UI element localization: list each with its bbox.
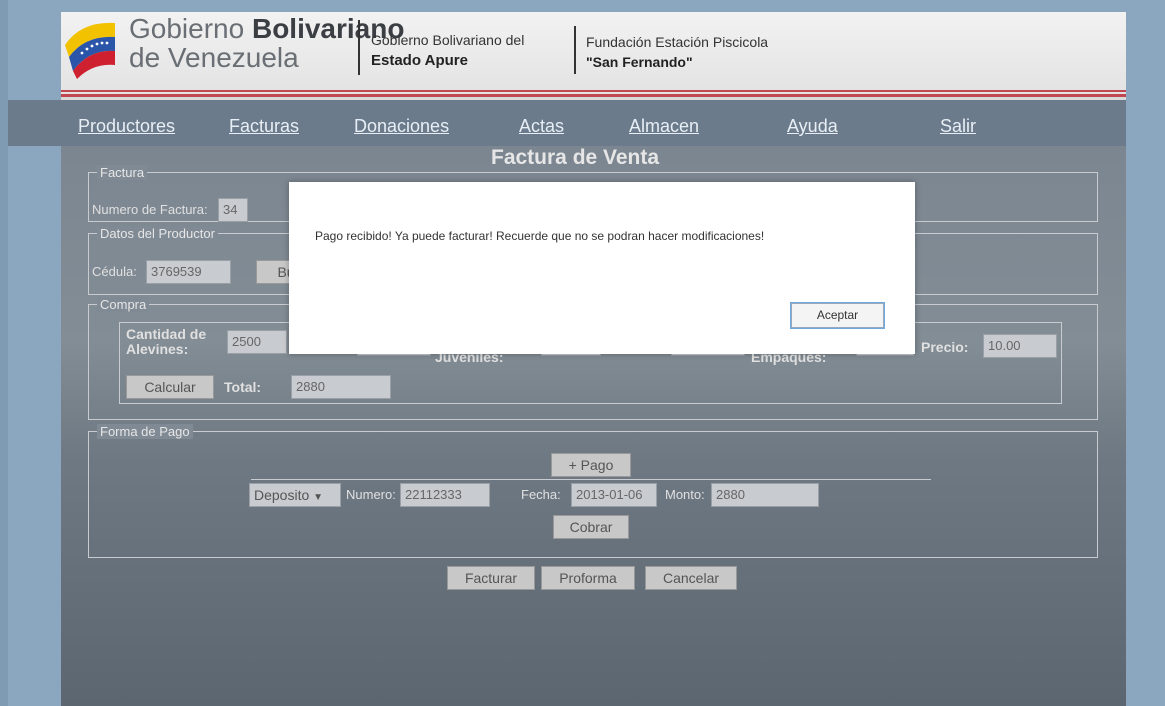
facturar-button[interactable]: Facturar	[447, 566, 535, 590]
total-field[interactable]: 2880	[291, 375, 391, 399]
add-pago-button[interactable]: + Pago	[551, 453, 631, 477]
productor-legend: Datos del Productor	[97, 226, 218, 241]
nav-salir[interactable]: Salir	[940, 116, 976, 137]
fundacion-line1: Fundación Estación Piscicola	[586, 34, 769, 50]
aceptar-button[interactable]: Aceptar	[790, 302, 885, 329]
pago-fecha-field[interactable]: 2013-01-06	[571, 483, 657, 507]
cantidad-label: Cantidad de Alevines:	[126, 327, 206, 357]
cedula-label: Cédula:	[92, 264, 137, 279]
nav-ayuda[interactable]: Ayuda	[787, 116, 838, 137]
gob-word: Gobierno	[129, 13, 245, 44]
nav-actas[interactable]: Actas	[519, 116, 564, 137]
total-label: Total:	[224, 379, 262, 395]
header-divider	[574, 26, 576, 74]
alert-dialog: Pago recibido! Ya puede facturar! Recuer…	[289, 182, 915, 354]
left-border	[0, 0, 8, 706]
tipo-pago-value: Deposito	[254, 487, 310, 503]
cobrar-button[interactable]: Cobrar	[553, 515, 629, 539]
nav-facturas[interactable]: Facturas	[229, 116, 299, 137]
header-red-line	[61, 90, 1126, 92]
venezuela-flag-logo	[65, 22, 115, 79]
tipo-pago-select[interactable]: Deposito ▼	[249, 483, 341, 507]
main-nav: Productores Facturas Donaciones Actas Al…	[8, 100, 1126, 146]
precio-label: Precio:	[921, 339, 969, 355]
proforma-button[interactable]: Proforma	[541, 566, 635, 590]
calcular-button[interactable]: Calcular	[126, 375, 214, 399]
nav-almacen[interactable]: Almacen	[629, 116, 699, 137]
apure-line1: Gobierno Bolivariano del	[371, 32, 525, 48]
pago-legend: Forma de Pago	[97, 424, 193, 439]
cantidad-field[interactable]: 2500	[227, 330, 287, 354]
cantidad-label-line1: Cantidad de	[126, 326, 207, 342]
chevron-down-icon: ▼	[313, 492, 324, 503]
cantidad-label-line2: Alevines:	[126, 341, 189, 357]
page-title: Factura de Venta	[491, 146, 660, 169]
fundacion-line2: "San Fernando"	[586, 54, 693, 70]
pago-divider	[251, 479, 931, 480]
compra-legend: Compra	[97, 297, 150, 312]
pago-numero-label: Numero:	[346, 487, 396, 502]
nav-donaciones[interactable]: Donaciones	[354, 116, 449, 137]
nav-productores[interactable]: Productores	[78, 116, 175, 137]
pago-monto-field[interactable]: 2880	[711, 483, 819, 507]
header-divider	[358, 20, 360, 75]
factura-legend: Factura	[97, 165, 148, 180]
apure-line2: Estado Apure	[371, 52, 468, 69]
pago-numero-field[interactable]: 22112333	[400, 483, 490, 507]
gob-title-line1: Gobierno Bolivariano	[129, 14, 404, 44]
numero-factura-label: Numero de Factura:	[92, 202, 208, 217]
pago-fecha-label: Fecha:	[521, 487, 561, 502]
cedula-field[interactable]: 3769539	[146, 260, 231, 284]
site-header: Gobierno Bolivariano de Venezuela Gobier…	[61, 12, 1126, 97]
cancelar-button[interactable]: Cancelar	[645, 566, 737, 590]
precio-field[interactable]: 10.00	[983, 334, 1057, 358]
numero-factura-field[interactable]: 34	[218, 198, 248, 222]
pago-monto-label: Monto:	[665, 487, 705, 502]
alert-message: Pago recibido! Ya puede facturar! Recuer…	[315, 229, 765, 243]
gob-title-line2: de Venezuela	[129, 42, 299, 73]
